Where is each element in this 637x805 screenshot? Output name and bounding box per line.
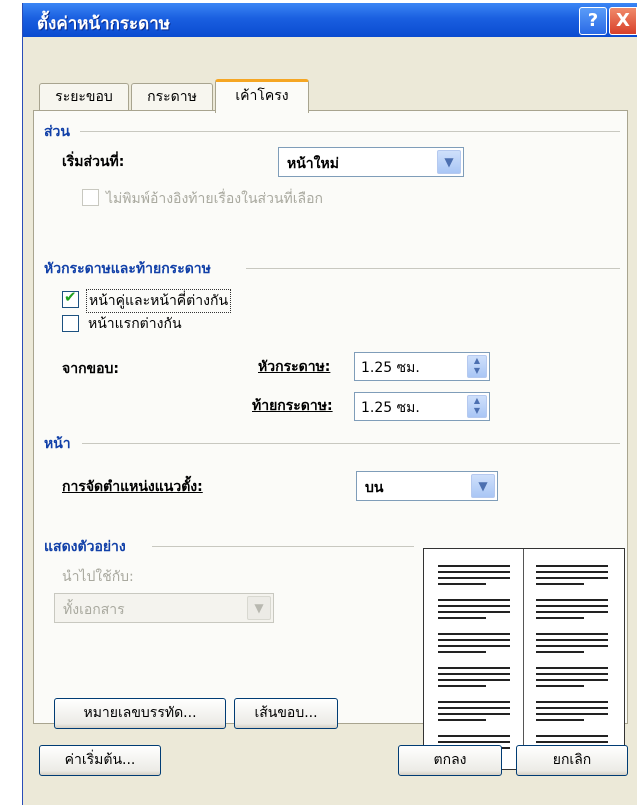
preview-text-line	[438, 741, 510, 743]
preview-text-line	[438, 707, 510, 709]
tab-margins[interactable]: ระยะขอบ	[39, 83, 129, 111]
first-page-checkbox[interactable]	[62, 315, 79, 332]
vertical-alignment-select[interactable]: บน ▼	[356, 471, 498, 501]
chevron-down-icon[interactable]: ▼	[247, 596, 271, 620]
page-preview	[423, 548, 625, 770]
preview-text-line	[438, 599, 510, 601]
preview-text-line	[536, 701, 608, 703]
apply-to-select[interactable]: ทั้งเอกสาร ▼	[54, 593, 274, 623]
close-button[interactable]: X	[609, 7, 637, 35]
borders-button[interactable]: เส้นขอบ...	[234, 698, 338, 729]
preview-text-line	[536, 645, 608, 647]
section-start-label: เริ่มส่วนที่:	[62, 154, 125, 170]
layout-panel: ส่วน เริ่มส่วนที่: หน้าใหม่ ▼ ไม่พิมพ์อ้…	[33, 110, 628, 770]
preview-text-line	[438, 583, 486, 585]
suppress-endnotes-label: ไม่พิมพ์อ้างอิงท้ายเรื่องในส่วนที่เลือก	[106, 191, 324, 207]
footer-distance-label: ท้ายกระดาษ:	[252, 398, 333, 414]
title-bar[interactable]: ตั้งค่าหน้ากระดาษ ? X	[23, 3, 637, 37]
preview-text-line	[438, 577, 510, 579]
header-distance-value: 1.25 ซม.	[361, 360, 420, 376]
default-button[interactable]: ค่าเริ่มต้น...	[39, 745, 161, 776]
page-heading: หน้า	[44, 436, 71, 452]
preview-text-line	[438, 633, 510, 635]
preview-text-line	[536, 741, 608, 743]
preview-text-line	[438, 565, 510, 567]
preview-text-line	[438, 651, 486, 653]
headers-footers-heading: หัวกระดาษและท้ายกระดาษ	[44, 261, 211, 277]
footer-distance-spinner[interactable]: 1.25 ซม. ▲ ▼	[354, 392, 490, 421]
preview-text-line	[536, 577, 608, 579]
apply-to-label: นำไปใช้กับ:	[62, 569, 134, 585]
suppress-endnotes-checkbox[interactable]	[82, 189, 99, 206]
chevron-down-icon[interactable]: ▼	[437, 150, 461, 174]
vertical-alignment-value: บน	[365, 480, 384, 496]
section-start-value: หน้าใหม่	[287, 156, 339, 172]
section-heading: ส่วน	[44, 124, 70, 140]
cancel-button[interactable]: ยกเลิก	[516, 745, 628, 776]
ok-button[interactable]: ตกลง	[398, 745, 502, 776]
apply-to-value: ทั้งเอกสาร	[63, 602, 125, 618]
preview-text-line	[438, 735, 510, 737]
footer-distance-value: 1.25 ซม.	[361, 400, 420, 416]
preview-text-line	[438, 605, 510, 607]
vertical-alignment-label: การจัดตำแหน่งแนวตั้ง:	[62, 479, 203, 495]
preview-text-line	[438, 685, 486, 687]
preview-text-line	[536, 565, 608, 567]
preview-text-line	[536, 713, 608, 715]
section-divider	[80, 131, 620, 132]
dialog-title: ตั้งค่าหน้ากระดาษ	[37, 14, 170, 34]
help-button[interactable]: ?	[579, 7, 607, 35]
preview-text-line	[536, 667, 608, 669]
checkmark-icon: ✔	[64, 288, 77, 306]
preview-divider	[152, 546, 414, 547]
preview-text-line	[536, 673, 608, 675]
preview-text-line	[536, 583, 584, 585]
preview-text-line	[438, 639, 510, 641]
preview-text-line	[438, 701, 510, 703]
preview-text-line	[438, 713, 510, 715]
header-distance-label: หัวกระดาษ:	[258, 359, 331, 375]
preview-text-line	[536, 651, 584, 653]
tab-paper[interactable]: กระดาษ	[131, 83, 213, 111]
preview-text-line	[438, 645, 510, 647]
preview-text-line	[438, 611, 510, 613]
preview-text-line	[438, 673, 510, 675]
preview-text-line	[438, 617, 486, 619]
odd-even-label: หน้าคู่และหน้าคี่ต่างกัน	[86, 289, 232, 313]
from-edge-label: จากขอบ:	[62, 361, 120, 377]
book-spine	[523, 549, 524, 769]
preview-text-line	[536, 617, 584, 619]
section-start-select[interactable]: หน้าใหม่ ▼	[278, 147, 464, 177]
preview-text-line	[536, 633, 608, 635]
preview-text-line	[536, 571, 608, 573]
preview-text-line	[438, 571, 510, 573]
spin-updown-icon[interactable]: ▲ ▼	[467, 355, 487, 378]
preview-text-line	[536, 599, 608, 601]
chevron-down-icon[interactable]: ▼	[471, 474, 495, 498]
page-setup-dialog: ตั้งค่าหน้ากระดาษ ? X ระยะขอบ กระดาษ เค้…	[22, 3, 637, 805]
preview-text-line	[438, 667, 510, 669]
preview-text-line	[536, 719, 584, 721]
preview-text-line	[536, 685, 584, 687]
page-divider	[82, 443, 620, 444]
preview-heading: แสดงตัวอย่าง	[44, 539, 126, 555]
preview-text-line	[536, 605, 608, 607]
odd-even-checkbox[interactable]: ✔	[62, 288, 79, 308]
preview-text-line	[536, 735, 608, 737]
preview-text-line	[536, 679, 608, 681]
preview-text-line	[438, 679, 510, 681]
tab-layout[interactable]: เค้าโครง	[215, 79, 309, 113]
preview-text-line	[536, 639, 608, 641]
preview-text-line	[536, 707, 608, 709]
headers-footers-divider	[246, 268, 620, 269]
preview-text-line	[536, 611, 608, 613]
preview-text-line	[438, 719, 486, 721]
header-distance-spinner[interactable]: 1.25 ซม. ▲ ▼	[354, 352, 490, 381]
spin-updown-icon[interactable]: ▲ ▼	[467, 395, 487, 418]
first-page-label: หน้าแรกต่างกัน	[88, 316, 182, 332]
line-numbers-button[interactable]: หมายเลขบรรทัด...	[54, 698, 226, 729]
